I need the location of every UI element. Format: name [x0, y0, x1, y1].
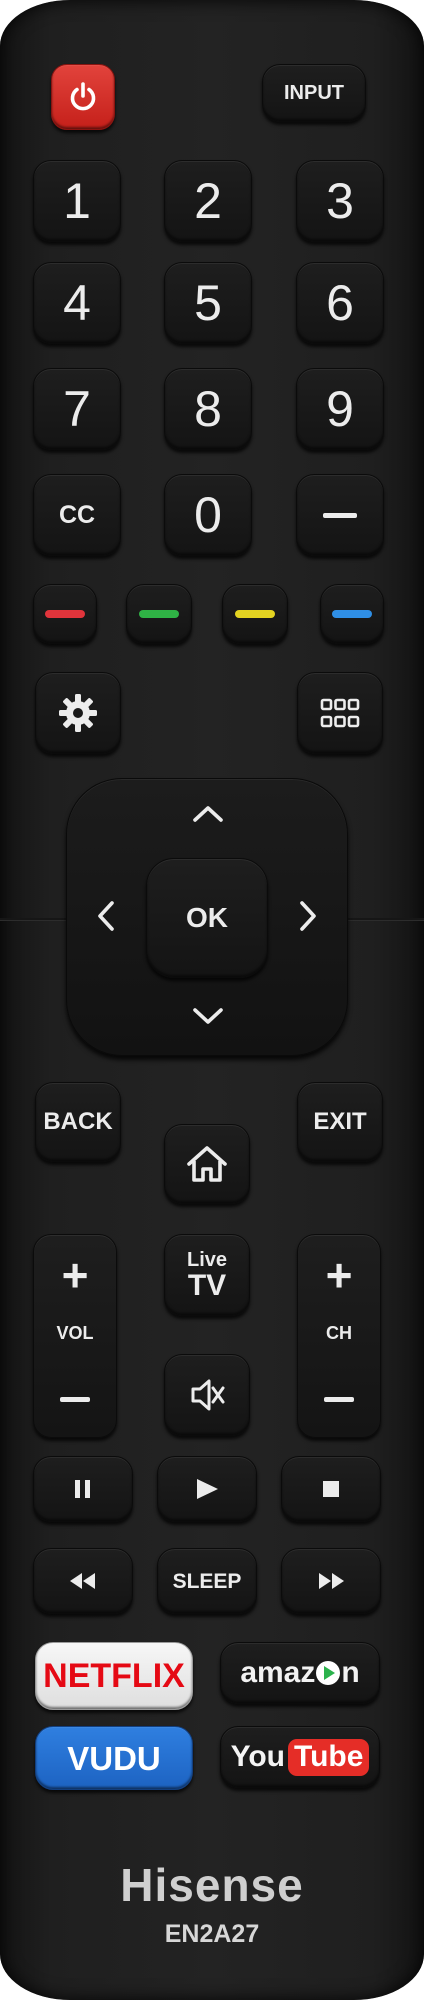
- channel-label: CH: [326, 1323, 352, 1343]
- volume-label: VOL: [56, 1323, 94, 1343]
- channel-rocker: + CH: [297, 1234, 381, 1438]
- ok-button[interactable]: OK: [146, 858, 268, 978]
- model-number: EN2A27: [164, 1920, 260, 1948]
- play-icon: [197, 1479, 218, 1499]
- left-button[interactable]: [78, 888, 134, 944]
- chevron-right-icon: [300, 901, 316, 931]
- netflix-button[interactable]: NETFLIX: [35, 1642, 193, 1710]
- volume-down-button[interactable]: [34, 1371, 116, 1427]
- minus-icon: [324, 1396, 354, 1402]
- minus-icon: [60, 1396, 90, 1402]
- right-button[interactable]: [280, 888, 336, 944]
- live-tv-label-line1: Live: [186, 1248, 228, 1271]
- vudu-button[interactable]: VUDU: [35, 1726, 193, 1790]
- down-button[interactable]: [180, 988, 236, 1044]
- channel-down-button[interactable]: [298, 1371, 380, 1427]
- amazon-label-prefix: amaz: [240, 1656, 316, 1689]
- back-button[interactable]: BACK: [35, 1082, 121, 1162]
- channel-up-button[interactable]: +: [298, 1245, 380, 1305]
- pause-button[interactable]: [33, 1456, 133, 1522]
- apps-button[interactable]: [297, 672, 383, 754]
- exit-button[interactable]: EXIT: [297, 1082, 383, 1162]
- number-8-button[interactable]: 8: [164, 368, 252, 450]
- rewind-button[interactable]: [33, 1548, 133, 1614]
- youtube-label-tube: Tube: [288, 1738, 370, 1776]
- stop-icon: [323, 1481, 339, 1497]
- number-1-button[interactable]: 1: [33, 160, 121, 242]
- green-key-icon: [139, 610, 179, 618]
- live-tv-label-line2: TV: [187, 1268, 227, 1302]
- remote-control: INPUT 1 2 3 4 5 6 7 8 9 CC 0 OK BACK EXI…: [0, 0, 424, 2000]
- volume-up-button[interactable]: +: [34, 1245, 116, 1305]
- input-button[interactable]: INPUT: [262, 64, 366, 122]
- play-button[interactable]: [157, 1456, 257, 1522]
- green-button[interactable]: [126, 584, 192, 644]
- youtube-logo: You Tube: [230, 1738, 370, 1776]
- dash-button[interactable]: [296, 474, 384, 556]
- power-icon: [70, 82, 96, 111]
- number-4-button[interactable]: 4: [33, 262, 121, 344]
- fast-forward-icon: [319, 1573, 344, 1589]
- settings-button[interactable]: [35, 672, 121, 754]
- number-6-button[interactable]: 6: [296, 262, 384, 344]
- gear-icon: [59, 694, 97, 732]
- number-7-button[interactable]: 7: [33, 368, 121, 450]
- live-tv-button[interactable]: Live TV: [164, 1234, 250, 1316]
- number-5-button[interactable]: 5: [164, 262, 252, 344]
- pause-icon: [75, 1480, 90, 1498]
- fast-forward-button[interactable]: [281, 1548, 381, 1614]
- blue-key-icon: [332, 610, 372, 618]
- home-button[interactable]: [164, 1124, 250, 1204]
- number-3-button[interactable]: 3: [296, 160, 384, 242]
- apps-grid-icon: [320, 698, 360, 728]
- number-0-button[interactable]: 0: [164, 474, 252, 556]
- mute-button[interactable]: [164, 1354, 250, 1436]
- youtube-label-you: You: [230, 1740, 285, 1773]
- brand-logo: Hisense: [120, 1859, 304, 1911]
- number-9-button[interactable]: 9: [296, 368, 384, 450]
- red-button[interactable]: [33, 584, 97, 644]
- mute-icon: [191, 1379, 225, 1411]
- youtube-button[interactable]: You Tube: [220, 1726, 380, 1788]
- rewind-icon: [70, 1573, 95, 1589]
- dash-icon: [323, 512, 357, 518]
- blue-button[interactable]: [320, 584, 384, 644]
- chevron-up-icon: [193, 806, 223, 822]
- sleep-button[interactable]: SLEEP: [157, 1548, 257, 1614]
- power-button[interactable]: [51, 64, 115, 130]
- chevron-left-icon: [98, 901, 114, 931]
- stop-button[interactable]: [281, 1456, 381, 1522]
- yellow-button[interactable]: [222, 584, 288, 644]
- amazon-play-icon: [316, 1661, 341, 1685]
- number-2-button[interactable]: 2: [164, 160, 252, 242]
- home-icon: [187, 1146, 227, 1182]
- cc-button[interactable]: CC: [33, 474, 121, 556]
- red-key-icon: [45, 610, 85, 618]
- amazon-button[interactable]: amaz n: [220, 1642, 380, 1704]
- yellow-key-icon: [235, 610, 275, 618]
- chevron-down-icon: [193, 1008, 223, 1024]
- up-button[interactable]: [180, 786, 236, 842]
- volume-rocker: + VOL: [33, 1234, 117, 1438]
- amazon-label-suffix: n: [341, 1656, 360, 1689]
